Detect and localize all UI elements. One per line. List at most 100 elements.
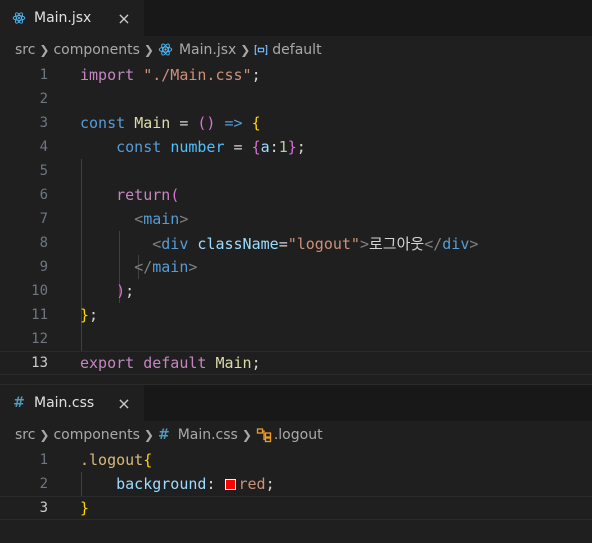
- editor-pane-main-css: # Main.css × src ❯ components ❯ # Main.c…: [0, 385, 592, 543]
- code-line: 1 import "./Main.css";: [0, 63, 592, 87]
- brace: {: [251, 114, 261, 132]
- code-line: 4 const number = {a:1};: [0, 135, 592, 159]
- breadcrumb-file[interactable]: # Main.css: [158, 427, 238, 443]
- semicolon: ;: [89, 306, 99, 324]
- tag-div: div: [161, 234, 189, 253]
- brace: }: [287, 138, 297, 156]
- code-line-active: 13 export default Main;: [0, 351, 592, 375]
- line-number: 13: [31, 355, 48, 371]
- code-line: 2 background: red;: [0, 472, 592, 496]
- breadcrumb-file-label: Main.css: [177, 426, 238, 443]
- close-icon[interactable]: ×: [114, 393, 134, 413]
- close-icon[interactable]: ×: [114, 8, 134, 28]
- tag-bracket: >: [469, 234, 479, 253]
- code-line: 10 );: [0, 279, 592, 303]
- breadcrumb-symbol-default[interactable]: default: [254, 41, 322, 58]
- tab-main-css[interactable]: # Main.css ×: [0, 385, 144, 421]
- color-swatch[interactable]: [224, 479, 236, 490]
- chevron-right-icon: ❯: [39, 42, 50, 57]
- breadcrumb-file[interactable]: Main.jsx: [158, 42, 236, 58]
- line-number: 8: [39, 235, 48, 251]
- breadcrumb: src ❯ components ❯ Main.jsx ❯ default: [0, 36, 592, 63]
- string-path: "./Main.css": [143, 66, 252, 84]
- number-literal: 1: [278, 138, 288, 156]
- line-number: 1: [39, 67, 48, 83]
- tag-bracket: </: [424, 234, 443, 253]
- brace: {: [251, 138, 261, 156]
- tag-main: main: [152, 258, 189, 276]
- identifier-main: Main: [134, 114, 171, 132]
- tag-main: main: [143, 210, 180, 228]
- arrow: =>: [215, 114, 252, 132]
- brace: }: [80, 499, 90, 517]
- tab-bar: # Main.css ×: [0, 385, 592, 421]
- breadcrumb-file-label: Main.jsx: [178, 41, 237, 58]
- symbol-variable-icon: [255, 44, 268, 55]
- breadcrumb-src[interactable]: src: [15, 427, 35, 443]
- line-number: 2: [39, 476, 48, 492]
- semicolon: ;: [251, 66, 261, 84]
- code-line: 8 <div className="logout">로그아웃</div>: [0, 231, 592, 255]
- breadcrumb-components[interactable]: components: [53, 427, 140, 443]
- tag-bracket: >: [179, 210, 189, 228]
- code-line: 5: [0, 159, 592, 183]
- tag-bracket: <: [152, 234, 162, 253]
- code-line: 12: [0, 327, 592, 351]
- line-number: 5: [39, 163, 48, 179]
- jsx-text: 로그아웃: [369, 234, 425, 253]
- line-number: 10: [31, 283, 48, 299]
- line-number: 3: [39, 500, 48, 516]
- keyword-return: return: [116, 186, 171, 204]
- breadcrumb-symbol-label: .logout: [273, 426, 323, 443]
- line-number: 12: [31, 331, 48, 347]
- breadcrumb-src[interactable]: src: [15, 42, 35, 58]
- line-number: 2: [39, 91, 48, 107]
- code-line: 3 const Main = () => {: [0, 111, 592, 135]
- chevron-right-icon: ❯: [143, 427, 154, 442]
- line-number: 4: [39, 139, 48, 155]
- react-icon: [158, 43, 173, 56]
- chevron-right-icon: ❯: [240, 42, 251, 57]
- symbol-class-icon: [256, 427, 271, 442]
- tab-main-jsx[interactable]: Main.jsx ×: [0, 0, 144, 36]
- parens: (): [197, 114, 216, 132]
- tab-label: Main.jsx: [34, 10, 92, 26]
- css-value: red: [238, 475, 266, 493]
- editor-pane-main-jsx: Main.jsx × src ❯ components ❯ Main.jsx ❯: [0, 0, 592, 384]
- brace: {: [143, 451, 153, 469]
- paren: ): [116, 282, 126, 300]
- tag-bracket: </: [134, 258, 153, 276]
- line-number: 3: [39, 115, 48, 131]
- operator: =: [278, 234, 288, 253]
- colon: :: [269, 138, 279, 156]
- line-number: 1: [39, 452, 48, 468]
- breadcrumb-symbol-logout[interactable]: .logout: [256, 427, 323, 443]
- semicolon: ;: [265, 475, 275, 493]
- operator: =: [170, 114, 198, 132]
- css-selector: .logout: [80, 451, 144, 469]
- breadcrumb-components[interactable]: components: [53, 42, 140, 58]
- code-line-active: 3 }: [0, 496, 592, 520]
- attr-classname: className: [197, 234, 279, 253]
- keyword-const: const: [80, 114, 126, 132]
- chevron-right-icon: ❯: [241, 427, 252, 442]
- tag-bracket: <: [134, 210, 144, 228]
- chevron-right-icon: ❯: [39, 427, 50, 442]
- breadcrumb: src ❯ components ❯ # Main.css ❯ .logout: [0, 421, 592, 448]
- tag-div: div: [442, 234, 470, 253]
- code-line: 1 .logout{: [0, 448, 592, 472]
- breadcrumb-symbol-label: default: [272, 41, 322, 58]
- code-editor-css[interactable]: 1 .logout{ 2 background: red; 3 }: [0, 448, 592, 520]
- code-editor-jsx[interactable]: 1 import "./Main.css"; 2 3 const Main = …: [0, 63, 592, 375]
- tab-bar: Main.jsx ×: [0, 0, 592, 36]
- keyword-const: const: [116, 138, 162, 156]
- tag-bracket: >: [359, 234, 369, 253]
- semicolon: ;: [296, 138, 306, 156]
- line-number: 7: [39, 211, 48, 227]
- hash-icon: #: [157, 426, 170, 443]
- code-line: 2: [0, 87, 592, 111]
- operator: =: [224, 138, 252, 156]
- tab-label: Main.css: [34, 395, 95, 411]
- semicolon: ;: [251, 354, 261, 372]
- keyword-import: import: [80, 66, 135, 84]
